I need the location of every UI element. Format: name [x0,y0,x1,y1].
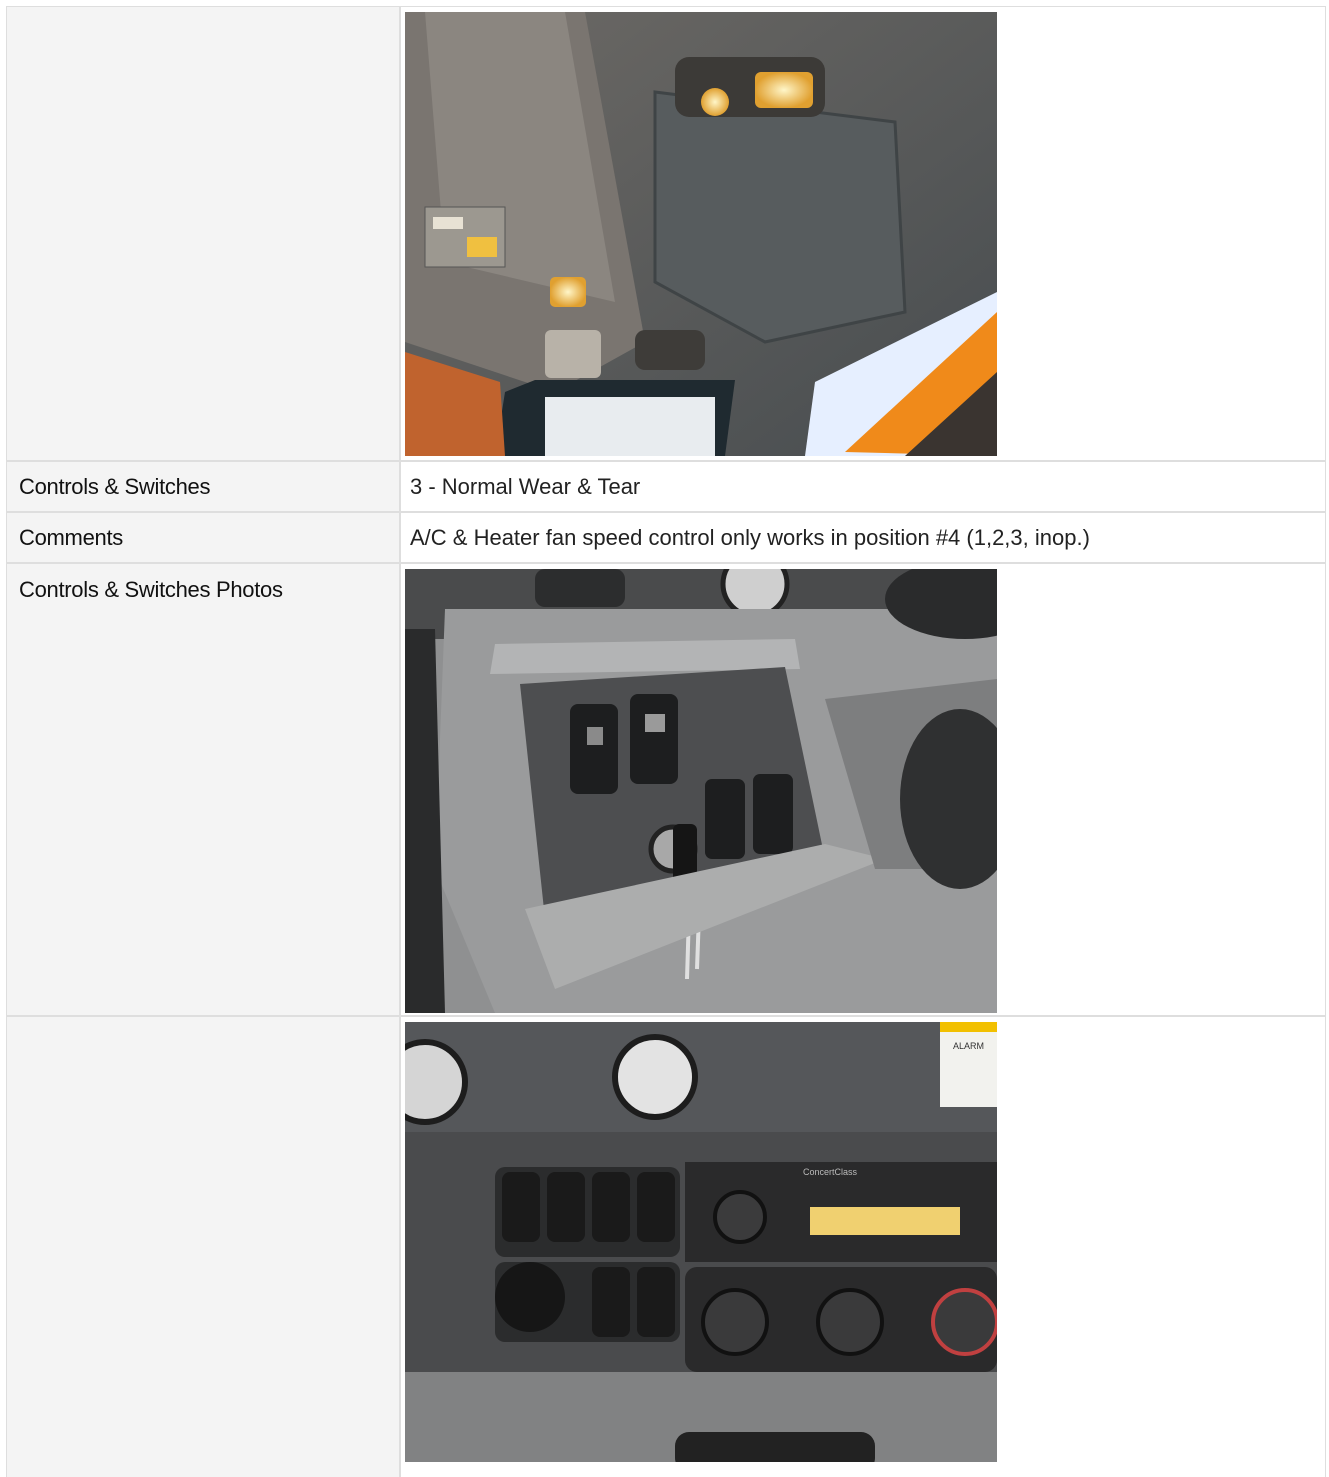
row-value [401,7,1326,460]
table-row: ALARM ConcertClass [6,1017,1326,1477]
dash-center-console-photo[interactable]: ALARM ConcertClass [405,1022,997,1462]
row-value [401,564,1326,1015]
cab-headliner-photo[interactable] [405,12,997,456]
row-label: Controls & Switches Photos [6,564,401,1015]
row-value: ALARM ConcertClass [401,1017,1326,1477]
row-value: 3 - Normal Wear & Tear [401,462,1326,511]
inspection-report-table: Controls & Switches 3 - Normal Wear & Te… [6,6,1326,1477]
row-label: Controls & Switches [6,462,401,511]
table-row [6,7,1326,462]
row-value: A/C & Heater fan speed control only work… [401,513,1326,562]
row-label [6,7,401,460]
table-row: Controls & Switches 3 - Normal Wear & Te… [6,462,1326,513]
table-row: Comments A/C & Heater fan speed control … [6,513,1326,564]
row-label [6,1017,401,1477]
alarm-warning-label: ALARM [953,1041,984,1051]
row-label: Comments [6,513,401,562]
radio-brand-label: ConcertClass [803,1167,858,1177]
table-row: Controls & Switches Photos [6,564,1326,1017]
dash-switch-panel-photo[interactable] [405,569,997,1013]
